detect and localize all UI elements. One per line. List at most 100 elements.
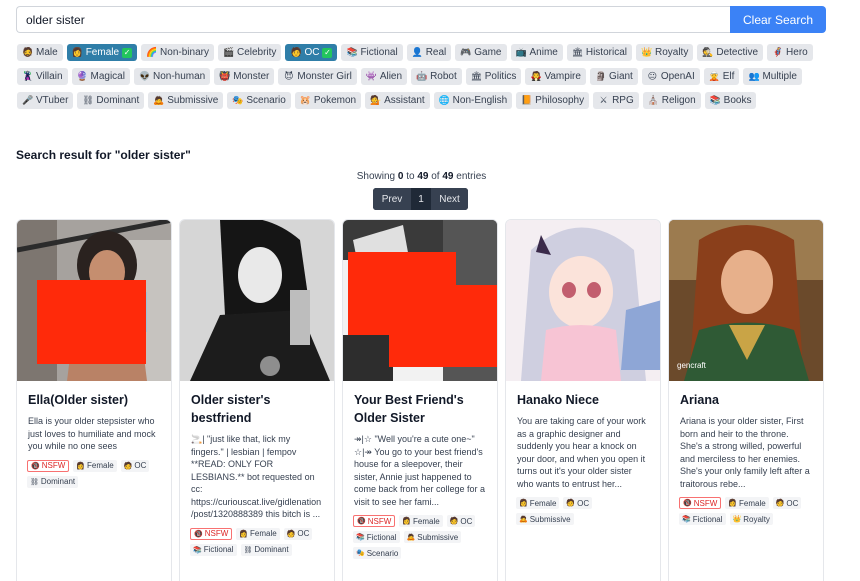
card-description: Ariana is your older sister, First born … [680, 416, 810, 489]
female-icon: 👩 [519, 500, 528, 507]
people-icon: 👥 [748, 71, 760, 81]
nsfw-icon: 🔞 [31, 462, 40, 470]
card-title: Ella(Older sister) [28, 393, 129, 407]
tag-badge-nsfw: 🔞 NSFW [27, 459, 70, 472]
tag-filter-vtuber[interactable]: 🎤 VTuber [17, 92, 74, 109]
prev-page-button[interactable]: Prev [373, 188, 411, 210]
tag-filter-openai[interactable]: 😐 OpenAI [641, 68, 700, 85]
tag-filter-game[interactable]: 🎮 Game [455, 44, 507, 61]
openai-icon: 😐 [647, 71, 658, 81]
tag-filter-real[interactable]: 👤 Real [406, 44, 452, 61]
page-1-button[interactable]: 1 [411, 188, 431, 210]
tag-filter-detective[interactable]: 🕵 Detective [697, 44, 764, 61]
badge-label: OC [786, 498, 799, 508]
character-card[interactable]: Older sister's bestfriend 🚬| "just like … [179, 219, 335, 581]
next-page-button[interactable]: Next [431, 188, 468, 210]
pokemon-icon: 🐹 [299, 95, 312, 105]
character-card[interactable]: Your Best Friend's Older Sister ↠|☆ "Wel… [342, 219, 498, 581]
redaction-block [389, 285, 497, 367]
tag-filter-books[interactable]: 📚 Books [704, 92, 757, 109]
tag-filter-politics[interactable]: 🏛 Politics [465, 68, 522, 85]
tag-filter-non-binary[interactable]: 🌈 Non-binary [141, 44, 214, 61]
tag-label: Hero [786, 47, 808, 58]
tag-filter-elf[interactable]: 🧝 Elf [703, 68, 740, 85]
card-title: Older sister's bestfriend [191, 393, 271, 425]
tag-badge-dominant: ⛓ Dominant [27, 475, 79, 488]
vtuber-icon: 🎤 [22, 95, 34, 105]
badge-label: Female [739, 498, 766, 508]
badge-label: Female [413, 516, 440, 526]
tag-label: Detective [716, 47, 759, 58]
tag-filter-villain[interactable]: 🦹 Villain [17, 68, 68, 85]
checkmark-icon: ✓ [122, 47, 133, 58]
tag-filter-anime[interactable]: 📺 Anime [510, 44, 563, 61]
oc-icon: 🧑 [290, 47, 302, 57]
politics-icon: 🏛 [470, 71, 483, 81]
tag-filter-royalty[interactable]: 👑 Royalty [635, 44, 694, 61]
tag-filter-monster[interactable]: 👹 Monster [214, 68, 275, 85]
chain-icon: ⛓ [82, 95, 94, 105]
tag-filter-assistant[interactable]: 💁 Assistant [365, 92, 430, 109]
crown-icon: 👑 [640, 47, 653, 57]
tag-filter-pokemon[interactable]: 🐹 Pokemon [294, 92, 362, 109]
tag-badge-nsfw: 🔞 NSFW [190, 527, 233, 540]
tag-filter-vampire[interactable]: 🧛 Vampire [525, 68, 586, 85]
character-card[interactable]: gencraft Ariana Ariana is your older sis… [668, 219, 824, 581]
tag-filter-oc[interactable]: 🧑 OC ✓ [285, 44, 338, 61]
tag-badge-dominant: ⛓ Dominant [240, 543, 292, 556]
tag-filter-female[interactable]: 👩 Female ✓ [66, 44, 138, 61]
chain-icon: ⛓ [30, 478, 39, 486]
card-title: Hanako Niece [517, 393, 599, 407]
tag-filter-scenario[interactable]: 🎭 Scenario [227, 92, 291, 109]
female-icon: 👩 [239, 530, 248, 538]
tag-filter-magical[interactable]: 🔮 Magical [71, 68, 130, 85]
oc-icon: 🧑 [123, 462, 133, 470]
tag-filter-alien[interactable]: 👾 Alien [360, 68, 408, 85]
assistant-icon: 💁 [370, 95, 382, 105]
badge-label: Fictional [203, 545, 234, 554]
card-description: You are taking care of your work as a gr… [517, 416, 646, 489]
search-input[interactable] [16, 6, 730, 33]
female-icon: 👩 [402, 518, 411, 525]
tag-badge-oc: 🧑 OC [772, 497, 802, 509]
elf-icon: 🧝 [708, 71, 720, 81]
card-tags: 🔞 NSFW 👩 Female 🧑 OC 📚 Fictional ⛓ Dominant [190, 527, 324, 556]
tag-badge-female: 👩 Female [399, 515, 443, 527]
tag-filter-non-human[interactable]: 👽 Non-human [133, 68, 211, 85]
clear-search-button[interactable]: Clear Search [730, 6, 826, 33]
tag-filter-celebrity[interactable]: 🎬 Celebrity [217, 44, 282, 61]
tag-filter-rpg[interactable]: ⚔ RPG [593, 92, 639, 109]
tag-badge-fictional: 📚 Fictional [353, 531, 400, 543]
tag-filter-male[interactable]: 🧔 Male [17, 44, 63, 61]
tag-filter-dominant[interactable]: ⛓ Dominant [77, 92, 145, 109]
tag-label: Non-binary [160, 47, 209, 58]
tag-label: Pokemon [313, 95, 357, 106]
tag-filter-hero[interactable]: 🦸 Hero [767, 44, 813, 61]
card-tags: 🔞 NSFW 👩 Female 🧑 OC 📚 Fictional 🙇 Submissive 🎭 Sce… [353, 515, 487, 559]
tag-badge-nsfw: 🔞 NSFW [353, 515, 396, 527]
book-icon: 📙 [521, 95, 533, 105]
badge-label: OC [577, 498, 590, 508]
tag-filter-philosophy[interactable]: 📙 Philosophy [516, 92, 590, 109]
tag-badge-female: 👩 Female [73, 459, 117, 472]
tag-label: Male [36, 47, 58, 58]
tag-label: Submissive [167, 95, 219, 106]
tag-filter-multiple[interactable]: 👥 Multiple [743, 68, 802, 85]
badge-label: OC [297, 529, 310, 538]
tag-filter-submissive[interactable]: 🙇 Submissive [148, 92, 224, 109]
tag-badge-fictional: 📚 Fictional [679, 513, 726, 525]
tag-badge-oc: 🧑 OC [563, 497, 593, 509]
entries-summary: Showing 0 to 49 of 49 entries [356, 171, 487, 182]
badge-label: Submissive [529, 514, 571, 524]
tag-filter-historical[interactable]: 🏛 Historical [566, 44, 632, 61]
tag-filter-non-english[interactable]: 🌐 Non-English [433, 92, 513, 109]
character-card[interactable]: Ella(Older sister) Ella is your older st… [16, 219, 172, 581]
tag-filter-fictional[interactable]: 📚 Fictional [341, 44, 403, 61]
tag-filter-monster-girl[interactable]: 😈 Monster Girl [278, 68, 357, 85]
gamepad-icon: 🎮 [460, 47, 472, 57]
nsfw-icon: 🔞 [357, 518, 366, 525]
tag-filter-religon[interactable]: ⛪ Religon [642, 92, 701, 109]
tag-filter-robot[interactable]: 🤖 Robot [411, 68, 462, 85]
tag-filter-giant[interactable]: 🗿 Giant [589, 68, 638, 85]
character-card[interactable]: Hanako Niece You are taking care of your… [505, 219, 661, 581]
